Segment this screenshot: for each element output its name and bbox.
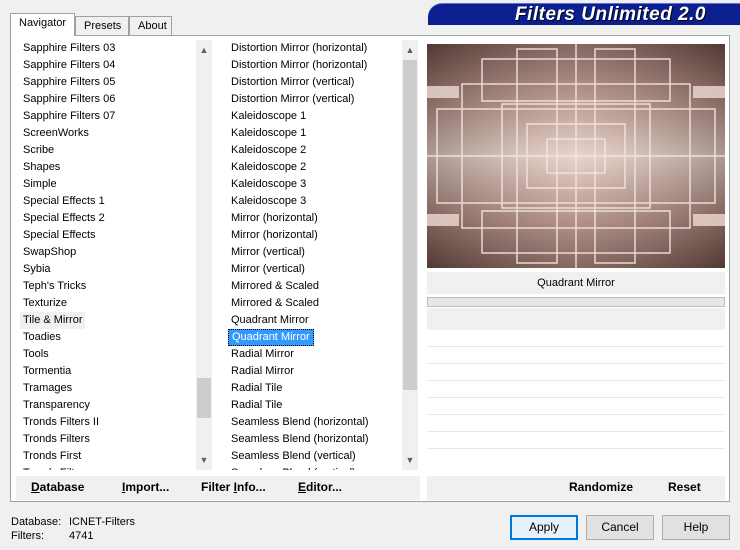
category-item[interactable]: Tronds Filters: [20, 465, 195, 470]
category-scrollbar[interactable]: ▲ ▼: [196, 40, 212, 470]
database-value: ICNET-Filters: [69, 516, 135, 528]
category-item[interactable]: Special Effects 1: [20, 193, 195, 210]
category-item[interactable]: ScreenWorks: [20, 125, 195, 142]
quadrant-mirror-pattern: [427, 44, 725, 268]
category-item[interactable]: SwapShop: [20, 244, 195, 261]
filter-item[interactable]: Kaleidoscope 3: [228, 193, 400, 210]
category-item[interactable]: Transparency: [20, 397, 195, 414]
filter-item[interactable]: Quadrant Mirror: [228, 312, 400, 329]
filter-item[interactable]: Radial Mirror: [228, 346, 400, 363]
filter-info-button[interactable]: Filter Info...: [201, 480, 266, 496]
scroll-up-icon[interactable]: ▲: [196, 42, 212, 58]
filter-item[interactable]: Kaleidoscope 2: [228, 142, 400, 159]
editor-button[interactable]: Editor...: [298, 480, 342, 496]
filter-item[interactable]: Mirror (horizontal): [228, 210, 400, 227]
category-item[interactable]: Toadies: [20, 329, 195, 346]
parameter-row: [427, 414, 725, 415]
scroll-up-icon[interactable]: ▲: [402, 42, 418, 58]
category-item[interactable]: Tronds First: [20, 448, 195, 465]
parameter-row: [427, 397, 725, 398]
category-item[interactable]: Sybia: [20, 261, 195, 278]
category-item[interactable]: Sapphire Filters 05: [20, 74, 195, 91]
category-item[interactable]: Scribe: [20, 142, 195, 159]
randomize-button[interactable]: Randomize: [569, 480, 633, 496]
filter-item[interactable]: Mirror (vertical): [228, 261, 400, 278]
filter-item[interactable]: Radial Mirror: [228, 363, 400, 380]
filter-item[interactable]: Radial Tile: [228, 397, 400, 414]
database-button[interactable]: Database: [31, 480, 84, 496]
category-item[interactable]: Tormentia: [20, 363, 195, 380]
category-item[interactable]: Teph's Tricks: [20, 278, 195, 295]
tab-presets[interactable]: Presets: [75, 16, 129, 36]
filter-item[interactable]: Mirrored & Scaled: [228, 295, 400, 312]
filter-item[interactable]: Distortion Mirror (horizontal): [228, 40, 400, 57]
parameter-row: [427, 363, 725, 364]
category-item[interactable]: Sapphire Filters 06: [20, 91, 195, 108]
tab-navigator[interactable]: Navigator: [10, 13, 75, 36]
title-banner: Filters Unlimited 2.0: [428, 3, 740, 25]
category-item[interactable]: Special Effects 2: [20, 210, 195, 227]
tab-about[interactable]: About: [129, 16, 172, 36]
scroll-down-icon[interactable]: ▼: [402, 452, 418, 468]
parameter-row: [427, 346, 725, 347]
filter-item[interactable]: Distortion Mirror (horizontal): [228, 57, 400, 74]
filter-item[interactable]: Quadrant Mirror: [228, 329, 314, 346]
progress-bar: [427, 297, 725, 307]
category-list[interactable]: Sapphire Filters 03 Sapphire Filters 04 Sa…: [20, 40, 195, 470]
filters-label: Filters:: [11, 530, 44, 542]
filter-item[interactable]: Distortion Mirror (vertical): [228, 74, 400, 91]
cancel-button[interactable]: Cancel: [586, 515, 654, 540]
scroll-down-icon[interactable]: ▼: [196, 452, 212, 468]
import-button[interactable]: Import...: [122, 480, 169, 496]
parameter-row: [427, 380, 725, 381]
filters-count: 4741: [69, 530, 94, 542]
filter-item[interactable]: Seamless Blend (vertical): [228, 465, 400, 470]
category-item[interactable]: Tramages: [20, 380, 195, 397]
database-label: Database:: [11, 516, 62, 528]
category-item[interactable]: Sapphire Filters 03: [20, 40, 195, 57]
category-item[interactable]: Sapphire Filters 07: [20, 108, 195, 125]
parameter-row: [427, 431, 725, 432]
filter-name-label: Quadrant Mirror: [427, 272, 725, 294]
reset-button[interactable]: Reset: [668, 480, 701, 496]
filter-item[interactable]: Kaleidoscope 1: [228, 108, 400, 125]
filter-item[interactable]: Kaleidoscope 3: [228, 176, 400, 193]
category-item[interactable]: Tile & Mirror: [20, 312, 86, 329]
filter-item[interactable]: Mirrored & Scaled: [228, 278, 400, 295]
filter-scrollbar[interactable]: ▲ ▼: [402, 40, 418, 470]
filter-list[interactable]: Distortion Mirror (horizontal) Distortion…: [228, 40, 400, 470]
category-item[interactable]: Tronds Filters: [20, 431, 195, 448]
filter-item[interactable]: Kaleidoscope 1: [228, 125, 400, 142]
parameter-row: [427, 448, 725, 449]
category-item[interactable]: Simple: [20, 176, 195, 193]
filter-scroll-thumb[interactable]: [403, 60, 417, 390]
category-scroll-thumb[interactable]: [197, 378, 211, 418]
filter-item[interactable]: Seamless Blend (vertical): [228, 448, 400, 465]
filter-item[interactable]: Kaleidoscope 2: [228, 159, 400, 176]
banner-title: Filters Unlimited 2.0: [514, 4, 706, 25]
filter-preview-image: [427, 44, 725, 268]
help-button[interactable]: Help: [662, 515, 730, 540]
filter-item[interactable]: Mirror (vertical): [228, 244, 400, 261]
filter-item[interactable]: Radial Tile: [228, 380, 400, 397]
category-item[interactable]: Sapphire Filters 04: [20, 57, 195, 74]
category-item[interactable]: Special Effects: [20, 227, 195, 244]
parameter-area: [427, 308, 725, 330]
category-item[interactable]: Texturize: [20, 295, 195, 312]
filter-item[interactable]: Seamless Blend (horizontal): [228, 414, 400, 431]
navigator-panel: Sapphire Filters 03 Sapphire Filters 04 Sa…: [10, 35, 730, 502]
apply-button[interactable]: Apply: [510, 515, 578, 540]
category-item[interactable]: Shapes: [20, 159, 195, 176]
filter-item[interactable]: Seamless Blend (horizontal): [228, 431, 400, 448]
filter-item[interactable]: Distortion Mirror (vertical): [228, 91, 400, 108]
category-item[interactable]: Tronds Filters II: [20, 414, 195, 431]
category-item[interactable]: Tools: [20, 346, 195, 363]
filter-item[interactable]: Mirror (horizontal): [228, 227, 400, 244]
